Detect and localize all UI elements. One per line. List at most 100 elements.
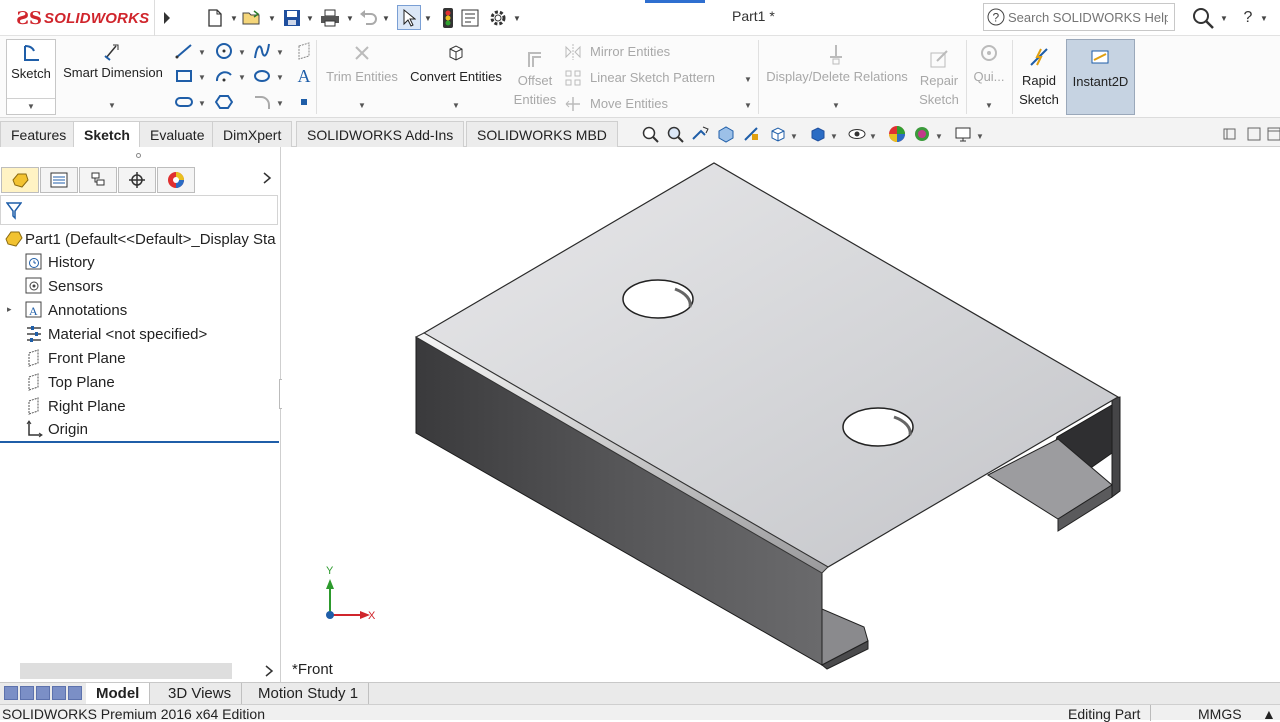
trim-entities-button[interactable]: Trim Entities ▼ [320, 39, 404, 115]
ellipse-icon[interactable] [252, 67, 272, 85]
tab-motion-study-1[interactable]: Motion Study 1 [248, 683, 370, 704]
point-icon[interactable] [294, 93, 314, 111]
rebuild-icon[interactable] [438, 8, 458, 28]
hide-show-dropdown-icon[interactable]: ▼ [869, 132, 877, 141]
solidworks-logo[interactable]: ƧS SOLIDWORKS [0, 0, 155, 36]
slot-dropdown-icon[interactable]: ▼ [198, 99, 206, 108]
help-search-box[interactable]: ? [983, 3, 1175, 31]
arc-icon[interactable] [214, 67, 234, 85]
tab-solidworks-add-ins[interactable]: SOLIDWORKS Add-Ins [296, 121, 465, 147]
scroll-right-icon[interactable] [264, 665, 274, 680]
smart-dimension-dropdown-icon[interactable]: ▼ [108, 101, 116, 110]
move-entities-button[interactable]: Move Entities ▼ [564, 95, 754, 115]
quick-snaps-dropdown-icon[interactable]: ▼ [985, 101, 993, 110]
tab-sketch[interactable]: Sketch [73, 121, 141, 147]
line-icon[interactable] [174, 42, 194, 60]
rectangle-icon[interactable] [174, 67, 194, 85]
view-orientation-icon[interactable] [768, 124, 788, 144]
slot-icon[interactable] [174, 93, 194, 111]
feature-manager-tab-icon[interactable] [1, 167, 39, 193]
zoom-to-fit-icon[interactable] [640, 124, 660, 144]
pane-grip-icon[interactable] [136, 153, 141, 158]
next-tab-icon[interactable] [36, 686, 50, 700]
tab-evaluate[interactable]: Evaluate [139, 121, 216, 147]
tree-root-part[interactable]: Part1 (Default<<Default>_Display Sta [4, 228, 279, 250]
ellipse-dropdown-icon[interactable]: ▼ [276, 73, 284, 82]
close-window-icon[interactable] [1264, 124, 1280, 144]
arc-dropdown-icon[interactable]: ▼ [238, 73, 246, 82]
open-folder-icon[interactable] [242, 8, 262, 28]
tree-item-front-plane[interactable]: Front Plane [24, 347, 126, 369]
tree-item-history[interactable]: History [24, 251, 95, 273]
repair-sketch-button[interactable]: Repair Sketch [914, 39, 964, 115]
spline-dropdown-icon[interactable]: ▼ [276, 48, 284, 57]
sketch-dropdown-icon[interactable]: ▼ [27, 102, 35, 111]
view-settings-dropdown-icon[interactable]: ▼ [976, 132, 984, 141]
hide-show-items-icon[interactable] [847, 124, 867, 144]
select-pointer-icon[interactable] [397, 5, 421, 30]
view-orientation-dropdown-icon[interactable]: ▼ [790, 132, 798, 141]
linear-pattern-dropdown-icon[interactable]: ▼ [744, 75, 752, 84]
trim-entities-dropdown-icon[interactable]: ▼ [358, 101, 366, 110]
convert-entities-button[interactable]: Convert Entities ▼ [404, 39, 508, 115]
view-settings-icon[interactable] [953, 124, 973, 144]
sheet-metal-part-model[interactable]: Y X [282, 147, 1280, 682]
tree-item-origin[interactable]: Origin [24, 418, 88, 440]
edit-appearance-icon[interactable] [887, 124, 907, 144]
circle-dropdown-icon[interactable]: ▼ [238, 48, 246, 57]
tab-solidworks-mbd[interactable]: SOLIDWORKS MBD [466, 121, 618, 147]
text-icon[interactable]: A [294, 66, 314, 86]
rectangle-dropdown-icon[interactable]: ▼ [198, 73, 206, 82]
previous-tab-icon[interactable] [20, 686, 34, 700]
scrollbar-thumb[interactable] [20, 663, 232, 679]
print-dropdown-icon[interactable]: ▼ [346, 14, 354, 23]
new-document-icon[interactable] [205, 8, 225, 28]
tree-item-top-plane[interactable]: Top Plane [24, 371, 115, 393]
previous-view-icon[interactable] [690, 124, 710, 144]
quick-snaps-button[interactable]: Qui... ▼ [968, 39, 1010, 115]
zoom-to-area-icon[interactable] [665, 124, 685, 144]
print-icon[interactable] [320, 8, 340, 28]
tab-features[interactable]: Features [0, 121, 78, 147]
relations-dropdown-icon[interactable]: ▼ [832, 101, 840, 110]
undo-dropdown-icon[interactable]: ▼ [382, 14, 390, 23]
first-tab-icon[interactable] [4, 686, 18, 700]
offset-entities-button[interactable]: Offset Entities [508, 39, 562, 115]
fillet-icon[interactable] [252, 93, 272, 111]
section-view-icon[interactable] [716, 124, 736, 144]
mirror-entities-button[interactable]: Mirror Entities [564, 43, 754, 63]
search-dropdown-icon[interactable]: ▼ [1220, 14, 1228, 23]
fillet-dropdown-icon[interactable]: ▼ [276, 99, 284, 108]
tree-item-sensors[interactable]: Sensors [24, 275, 103, 297]
spline-icon[interactable] [252, 42, 272, 60]
apply-scene-dropdown-icon[interactable]: ▼ [935, 132, 943, 141]
horizontal-scrollbar[interactable] [0, 663, 281, 681]
select-dropdown-icon[interactable]: ▼ [424, 14, 432, 23]
linear-sketch-pattern-button[interactable]: Linear Sketch Pattern ▼ [564, 69, 754, 89]
sketch-button[interactable]: Sketch ▼ [6, 39, 56, 115]
graphics-viewport[interactable]: Y X *Front [282, 147, 1280, 682]
options-gear-icon[interactable] [488, 8, 508, 28]
property-manager-tab-icon[interactable] [40, 167, 78, 193]
tab-dimxpert[interactable]: DimXpert [212, 121, 293, 147]
tree-item-material[interactable]: Material <not specified> [24, 323, 207, 345]
save-dropdown-icon[interactable]: ▼ [306, 14, 314, 23]
move-entities-dropdown-icon[interactable]: ▼ [744, 101, 752, 110]
display-style-dropdown-icon[interactable]: ▼ [830, 132, 838, 141]
chevron-right-icon[interactable] [262, 171, 272, 188]
display-style-icon[interactable] [808, 124, 828, 144]
undo-icon[interactable] [358, 8, 378, 28]
tile-window-icon[interactable] [1244, 124, 1264, 144]
tab-3d-views[interactable]: 3D Views [158, 683, 243, 704]
plane-icon[interactable] [294, 42, 314, 60]
restore-window-icon[interactable] [1220, 124, 1240, 144]
line-dropdown-icon[interactable]: ▼ [198, 48, 206, 57]
polygon-icon[interactable] [214, 93, 234, 111]
new-dropdown-icon[interactable]: ▼ [230, 14, 238, 23]
search-icon[interactable] [1190, 6, 1216, 30]
file-properties-icon[interactable] [460, 8, 480, 28]
tree-item-annotations[interactable]: A Annotations [24, 299, 127, 321]
save-icon[interactable] [282, 8, 302, 28]
open-dropdown-icon[interactable]: ▼ [268, 14, 276, 23]
instant2d-button[interactable]: Instant2D [1066, 39, 1135, 115]
